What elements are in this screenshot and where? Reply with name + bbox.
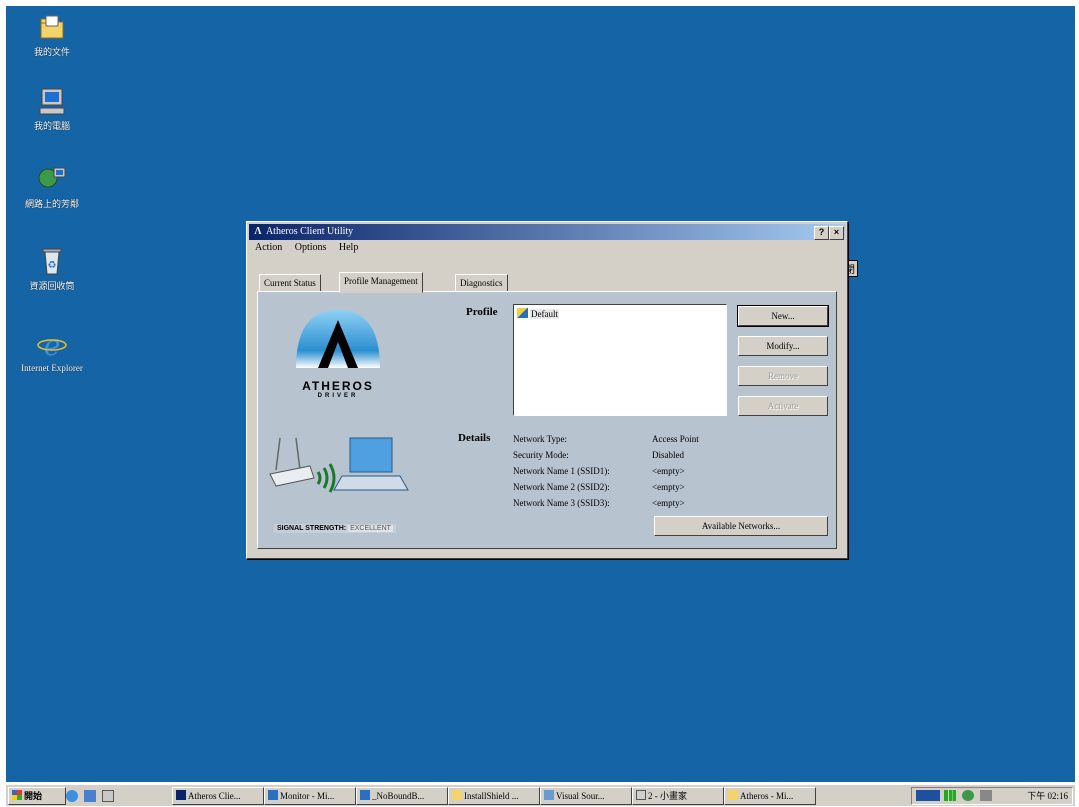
desktop-icon-my-computer[interactable]: 我的電腦 xyxy=(20,86,84,131)
desktop-icon-label: 網路上的芳鄰 xyxy=(24,199,79,209)
detail-ssid3-value: <empty> xyxy=(652,498,685,508)
svg-text:e: e xyxy=(44,329,61,360)
task-atheros-folder[interactable]: Atheros - Mi... xyxy=(724,787,816,805)
desktop-icon-label: 資源回收筒 xyxy=(29,281,75,291)
outlook-quicklaunch-icon[interactable] xyxy=(84,790,96,802)
internet-explorer-icon: e xyxy=(36,328,68,362)
signal-strength: SIGNAL STRENGTH: EXCELLENT xyxy=(274,524,396,533)
svg-text:♻: ♻ xyxy=(48,260,57,271)
folder-icon xyxy=(728,790,738,800)
start-button[interactable]: 開始 xyxy=(8,787,66,805)
monitor-app-icon xyxy=(268,790,278,800)
task-label: 2 - 小畫家 xyxy=(648,791,687,801)
desktop-icon-label: 我的電腦 xyxy=(33,121,70,131)
signal-strength-label: SIGNAL STRENGTH: xyxy=(277,525,347,532)
tab-profile-management[interactable]: Profile Management xyxy=(339,272,423,293)
folder-icon xyxy=(452,790,462,800)
remove-profile-button[interactable]: Remove xyxy=(738,366,828,386)
task-label: Atheros Clie... xyxy=(188,791,241,801)
close-button[interactable]: × xyxy=(829,226,844,240)
list-item[interactable]: Default xyxy=(517,308,559,319)
desktop-icon-recycle-bin[interactable]: ♻ 資源回收筒 xyxy=(20,246,84,291)
volume-icon[interactable] xyxy=(980,790,992,801)
detail-network-type-value: Access Point xyxy=(652,434,699,444)
network-status-icon[interactable] xyxy=(944,790,956,801)
task-installshield[interactable]: InstallShield ... xyxy=(448,787,540,805)
task-atheros-client[interactable]: Atheros Clie... xyxy=(172,787,264,805)
task-paint[interactable]: 2 - 小畫家 xyxy=(632,787,724,805)
active-profile-icon xyxy=(517,308,528,318)
tab-diagnostics[interactable]: Diagnostics xyxy=(455,274,508,292)
task-label: Visual Sour... xyxy=(556,791,605,801)
atheros-logo: ATHEROS DRIVER xyxy=(288,302,388,402)
profile-management-panel: ATHEROS DRIVER SIGNAL STRENGTH: EXCELLEN… xyxy=(257,291,837,549)
windows-logo-icon xyxy=(12,790,22,800)
desktop-icon-label: Internet Explorer xyxy=(21,363,83,373)
task-noboundb[interactable]: _NoBoundB... xyxy=(356,787,448,805)
profile-list[interactable]: Default xyxy=(513,304,727,416)
atheros-client-utility-window[interactable]: Λ Atheros Client Utility ? × Action Opti… xyxy=(246,221,848,559)
folder-documents-icon xyxy=(36,12,68,44)
taskbar: 開始 Atheros Clie... Monitor - Mi... _NoBo… xyxy=(6,784,1075,806)
task-label: InstallShield ... xyxy=(464,791,519,801)
ie-quicklaunch-icon[interactable] xyxy=(66,790,78,802)
system-tray: 下午 02:16 xyxy=(911,787,1073,805)
detail-network-type-key: Network Type: xyxy=(513,434,567,444)
title-bar[interactable]: Λ Atheros Client Utility ? × xyxy=(249,224,845,240)
network-icon xyxy=(36,164,68,196)
logo-text: ATHEROS xyxy=(302,379,374,393)
laptop-icon xyxy=(333,437,409,491)
detail-ssid1-key: Network Name 1 (SSID1): xyxy=(513,466,610,476)
menu-bar: Action Options Help xyxy=(247,240,847,256)
detail-ssid3-key: Network Name 3 (SSID3): xyxy=(513,498,610,508)
detail-ssid1-value: <empty> xyxy=(652,466,685,476)
atheros-logo-icon xyxy=(296,310,380,368)
start-label: 開始 xyxy=(24,791,43,801)
modify-profile-button[interactable]: Modify... xyxy=(738,336,828,356)
paint-app-icon xyxy=(636,790,646,800)
activate-profile-button[interactable]: Activate xyxy=(738,396,828,416)
profile-label: Profile xyxy=(466,306,498,318)
menu-help[interactable]: Help xyxy=(339,242,358,253)
atheros-app-icon xyxy=(176,790,186,800)
new-profile-button[interactable]: New... xyxy=(737,305,829,327)
recycle-bin-icon: ♻ xyxy=(36,246,68,278)
tray-app-icon[interactable] xyxy=(962,790,974,801)
window-title: Atheros Client Utility xyxy=(265,226,354,237)
visual-source-app-icon xyxy=(544,790,554,800)
atheros-logo-icon: Λ xyxy=(254,226,262,237)
signal-strength-value: EXCELLENT xyxy=(348,525,393,532)
desktop-icon-label: 我的文件 xyxy=(33,47,70,57)
desktop-icon-internet-explorer[interactable]: e Internet Explorer xyxy=(20,328,84,373)
task-label: Atheros - Mi... xyxy=(740,791,794,801)
show-desktop-icon[interactable] xyxy=(102,790,114,802)
help-button[interactable]: ? xyxy=(814,226,829,240)
task-monitor[interactable]: Monitor - Mi... xyxy=(264,787,356,805)
available-networks-button[interactable]: Available Networks... xyxy=(654,516,828,536)
task-visual-source[interactable]: Visual Sour... xyxy=(540,787,632,805)
logo-subtext: DRIVER xyxy=(317,393,359,399)
computer-icon xyxy=(36,86,68,118)
signal-graphic xyxy=(266,430,416,500)
clock[interactable]: 下午 02:16 xyxy=(1027,789,1068,803)
tab-current-status[interactable]: Current Status xyxy=(259,274,321,292)
wireless-waves-icon xyxy=(316,463,336,493)
detail-ssid2-value: <empty> xyxy=(652,482,685,492)
desktop-icon-my-documents[interactable]: 我的文件 xyxy=(20,12,84,57)
detail-security-mode-key: Security Mode: xyxy=(513,450,569,460)
details-label: Details xyxy=(458,432,491,444)
task-label: _NoBoundB... xyxy=(372,791,425,801)
app-icon xyxy=(360,790,370,800)
detail-security-mode-value: Disabled xyxy=(652,450,684,460)
menu-action[interactable]: Action xyxy=(255,242,282,253)
input-method-icon[interactable] xyxy=(916,790,940,801)
task-label: Monitor - Mi... xyxy=(280,791,335,801)
router-icon xyxy=(269,437,315,487)
detail-ssid2-key: Network Name 2 (SSID2): xyxy=(513,482,610,492)
menu-options[interactable]: Options xyxy=(295,242,327,253)
desktop-icon-network[interactable]: 網路上的芳鄰 xyxy=(20,164,84,209)
profile-name: Default xyxy=(530,309,559,319)
